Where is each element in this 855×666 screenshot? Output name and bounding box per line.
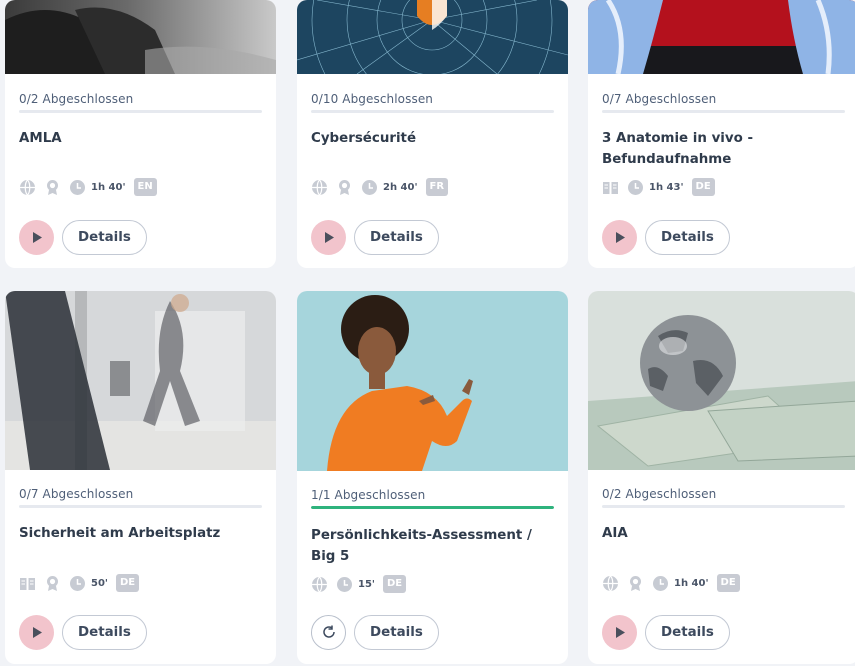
globe-icon (311, 179, 328, 196)
course-thumbnail[interactable] (297, 0, 568, 74)
play-button[interactable] (19, 614, 54, 650)
language-badge: DE (716, 574, 740, 592)
clock-icon (336, 576, 353, 593)
course-thumbnail[interactable] (297, 291, 568, 471)
globe-icon (311, 576, 328, 593)
progress-label: 0/7 Abgeschlossen (602, 92, 717, 106)
course-meta: 2h 40' FR (311, 177, 449, 197)
play-icon (324, 231, 334, 243)
course-title: AIA (602, 526, 628, 541)
course-card-anatomie[interactable]: 0/7 Abgeschlossen 3 Anatomie in vivo - B… (588, 0, 855, 268)
details-button[interactable]: Details (645, 219, 730, 255)
details-button[interactable]: Details (62, 219, 147, 255)
language-badge: EN (133, 178, 157, 196)
course-card-sicherheit[interactable]: 0/7 Abgeschlossen Sicherheit am Arbeitsp… (5, 291, 276, 664)
course-duration: 1h 40' (674, 577, 709, 589)
restart-button[interactable] (311, 614, 346, 650)
course-title: Sicherheit am Arbeitsplatz (19, 526, 221, 541)
play-button[interactable] (602, 614, 637, 650)
course-actions: Details (19, 614, 147, 650)
clock-icon (652, 575, 669, 592)
progress-label: 0/10 Abgeschlossen (311, 92, 434, 106)
clock-icon (69, 179, 86, 196)
progress-bar (602, 505, 845, 508)
course-meta: 1h 40' EN (19, 177, 157, 197)
course-card-persoenlichkeit[interactable]: 1/1 Abgeschlossen Persönlichkeits-Assess… (297, 291, 568, 664)
course-title: Persönlichkeits-Assessment / Big 5 (311, 528, 532, 564)
play-button[interactable] (602, 219, 637, 255)
play-button[interactable] (19, 219, 54, 255)
clock-icon (69, 575, 86, 592)
progress-bar (602, 110, 845, 113)
course-thumbnail[interactable] (588, 291, 855, 470)
award-icon (627, 575, 644, 592)
globe-icon (19, 179, 36, 196)
language-badge: FR (425, 178, 449, 196)
course-thumbnail[interactable] (588, 0, 855, 74)
award-icon (44, 575, 61, 592)
play-icon (32, 231, 42, 243)
progress-bar (19, 505, 262, 508)
course-duration: 1h 40' (91, 181, 126, 193)
book-icon (19, 575, 36, 592)
award-icon (336, 179, 353, 196)
course-actions: Details (19, 219, 147, 255)
course-actions: Details (311, 219, 439, 255)
course-actions: Details (602, 614, 730, 650)
course-card-amla[interactable]: 0/2 Abgeschlossen AMLA 1h 40' EN Details (5, 0, 276, 268)
course-thumbnail[interactable] (5, 0, 276, 74)
course-actions: Details (602, 219, 730, 255)
progress-label: 0/2 Abgeschlossen (19, 92, 134, 106)
details-button[interactable]: Details (354, 219, 439, 255)
course-duration: 50' (91, 577, 108, 589)
course-duration: 15' (358, 578, 375, 590)
course-card-aia[interactable]: 0/2 Abgeschlossen AIA 1h 40' DE Details (588, 291, 855, 664)
language-badge: DE (691, 178, 715, 196)
course-thumbnail[interactable] (5, 291, 276, 470)
details-button[interactable]: Details (645, 614, 730, 650)
clock-icon (627, 179, 644, 196)
course-meta: 1h 43' DE (602, 177, 715, 197)
restart-icon (322, 625, 335, 638)
details-button[interactable]: Details (62, 614, 147, 650)
course-actions: Details (311, 614, 439, 650)
language-badge: DE (382, 575, 407, 593)
award-icon (44, 179, 61, 196)
clock-icon (361, 179, 378, 196)
details-button[interactable]: Details (354, 614, 439, 650)
play-button[interactable] (311, 219, 346, 255)
course-duration: 1h 43' (649, 181, 684, 193)
course-title: Cybersécurité (311, 131, 417, 146)
course-card-cybersecurite[interactable]: 0/10 Abgeschlossen Cybersécurité 2h 40' … (297, 0, 568, 268)
progress-label: 1/1 Abgeschlossen (311, 488, 426, 502)
progress-bar (19, 110, 262, 113)
progress-label: 0/7 Abgeschlossen (19, 487, 134, 501)
course-duration: 2h 40' (383, 181, 418, 193)
course-meta: 50' DE (19, 573, 140, 593)
course-meta: 1h 40' DE (602, 573, 740, 593)
language-badge: DE (115, 574, 140, 592)
progress-bar (311, 506, 554, 509)
progress-label: 0/2 Abgeschlossen (602, 487, 717, 501)
course-meta: 15' DE (311, 574, 407, 594)
play-icon (615, 231, 625, 243)
play-icon (615, 626, 625, 638)
course-title: 3 Anatomie in vivo - Befundaufnahme (602, 131, 754, 167)
globe-icon (602, 575, 619, 592)
play-icon (32, 626, 42, 638)
book-icon (602, 179, 619, 196)
progress-bar (311, 110, 554, 113)
course-title: AMLA (19, 131, 62, 146)
